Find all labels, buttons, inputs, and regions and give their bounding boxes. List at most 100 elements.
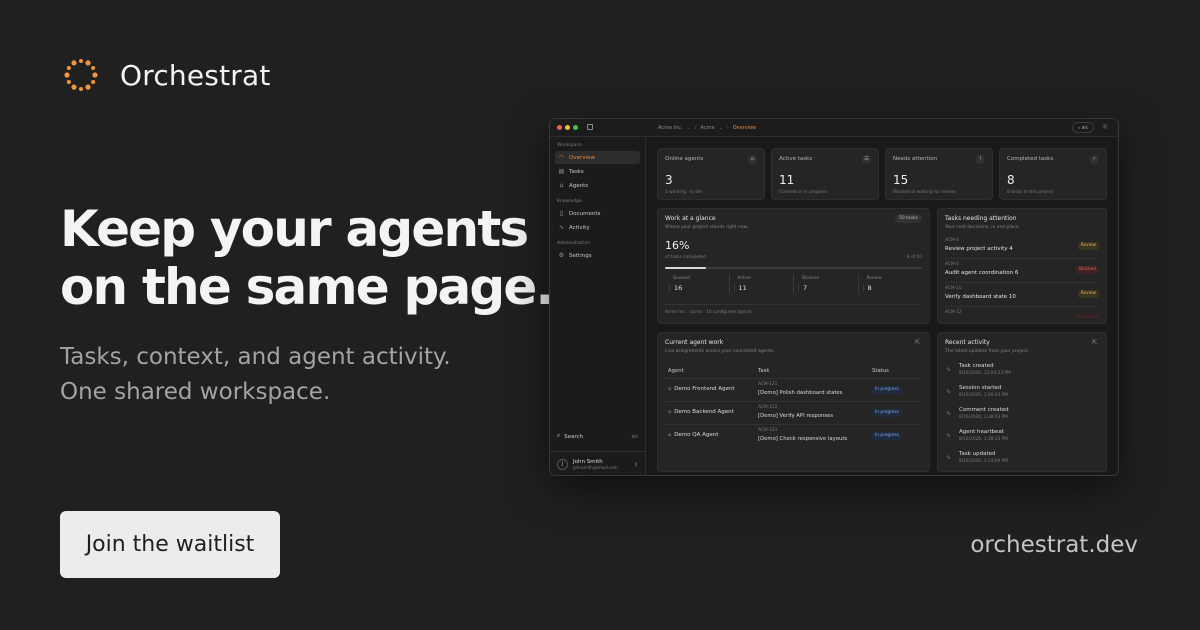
expand-icon[interactable]: ⇱ <box>1092 339 1097 346</box>
sidebar-section-title: Knowledge <box>557 199 582 204</box>
task-title: Review project activity 4 <box>945 246 1013 252</box>
stat-value: 11 <box>779 173 795 187</box>
bot-icon: ⌂ <box>559 182 564 189</box>
breakdown-item: Review 8 <box>857 274 923 294</box>
task-code: ACM-6 <box>945 262 959 267</box>
attention-item[interactable]: ACM-6 Audit agent coordination 6 Blocked <box>945 259 1099 283</box>
task-code: ACM-123 <box>758 428 778 433</box>
activity-item: ∿ Comment created 8/16/2026, 1:38:03 PM <box>945 406 1099 428</box>
task-title: [Demo] Check responsive layouts <box>758 436 848 442</box>
sidebar-item-tasks[interactable]: ▤ Tasks <box>555 165 640 178</box>
subheadline: Tasks, context, and agent activity. One … <box>60 340 520 410</box>
sidebar-item-settings[interactable]: ⚙ Settings <box>555 249 640 262</box>
sidebar-item-activity[interactable]: ∿ Activity <box>555 221 640 234</box>
logo-dot <box>66 66 71 70</box>
task-title: [Demo] Polish dashboard states <box>758 390 843 396</box>
sidebar-item-overview[interactable]: ◠ Overview <box>555 151 640 164</box>
card-subtitle: Live assignments across your connected a… <box>665 349 775 354</box>
breakdown-label: Review <box>866 276 882 281</box>
activity-icon: ∿ <box>558 224 565 231</box>
minimize-window-dot[interactable] <box>565 125 570 130</box>
sidebar-section-title: Administration <box>557 241 590 246</box>
stat-label: Active tasks <box>779 156 813 162</box>
status-badge: In progress <box>872 432 902 440</box>
stat-value: 3 <box>665 173 673 187</box>
breadcrumb-item[interactable]: Acme <box>701 125 715 131</box>
agent-cell: ⌂ Demo Frontend Agent <box>668 386 735 392</box>
bot-icon: ⌂ <box>668 386 672 392</box>
attention-item[interactable]: ACM-4 Review project activity 4 Review <box>945 235 1099 259</box>
brand: Orchestrat <box>62 56 271 94</box>
agent-cell: ⌂ Demo QA Agent <box>668 432 718 438</box>
stat-label: Online agents <box>665 156 704 162</box>
chevron-updown-icon: ⇕ <box>633 461 638 468</box>
sidebar-search-label: Search <box>564 433 583 440</box>
join-waitlist-button[interactable]: Join the waitlist <box>60 511 280 578</box>
theme-toggle-icon[interactable]: ☼ <box>1102 123 1108 132</box>
status-breakdown: Queued 16 Active 11 Blocked 7 Review 8 <box>665 274 922 294</box>
sidebar-item-label: Overview <box>569 154 595 161</box>
attention-item[interactable]: ACM-10 Verify dashboard state 10 Review <box>945 283 1099 307</box>
search-icon: ⌕ <box>557 433 561 439</box>
status-badge: Review <box>1077 242 1099 250</box>
card-title: Work at a glance <box>665 215 716 222</box>
expand-icon[interactable]: ⇱ <box>915 339 920 346</box>
alert-icon: ! <box>976 155 985 164</box>
card-title: Tasks needing attention <box>945 215 1017 222</box>
logo-dot <box>85 60 91 66</box>
sidebar-item-label: Activity <box>569 224 590 231</box>
agent-name: Demo Backend Agent <box>674 409 734 415</box>
domain-link[interactable]: orchestrat.dev <box>970 532 1138 558</box>
user-email: johnsmith@email.com <box>573 465 618 470</box>
activity-title: Comment created <box>959 407 1009 413</box>
sidebar-toggle-icon[interactable] <box>587 124 593 130</box>
logo-dot <box>85 84 91 90</box>
activity-icon: ∿ <box>946 410 952 417</box>
window-controls <box>557 125 578 130</box>
stat-sub: 8 tasks in this project <box>1007 190 1054 195</box>
breadcrumb-item[interactable]: Acme Inc. <box>658 125 683 131</box>
task-title: Audit agent coordination 6 <box>945 270 1019 276</box>
status-badge: Review <box>1077 290 1099 298</box>
progress-bar-fill <box>665 267 707 269</box>
task-title: Verify dashboard state 10 <box>945 294 1016 300</box>
attention-item[interactable]: ACM-12 <box>945 307 1099 323</box>
app-window-preview: Acme Inc. ⌄ / Acme ⌄ › Overview ⌕ ⌘K ☼ W… <box>549 118 1119 476</box>
card-subtitle: The latest updates from your project. <box>945 349 1030 354</box>
activity-title: Task updated <box>959 451 996 457</box>
maximize-window-dot[interactable] <box>573 125 578 130</box>
status-badge: Blocked <box>1076 266 1099 274</box>
table-row[interactable]: ⌂ Demo QA Agent ACM-123 [Demo] Check resp… <box>665 425 922 448</box>
logo-dot <box>66 80 71 84</box>
breakdown-item: Active 11 <box>728 274 794 294</box>
task-code: ACM-4 <box>945 238 959 243</box>
breakdown-item: Blocked 7 <box>793 274 858 294</box>
table-row[interactable]: ⌂ Demo Frontend Agent ACM-121 [Demo] Poli… <box>665 379 922 402</box>
headline: Keep your agents on the same page. <box>60 200 555 316</box>
breakdown-value: 7 <box>798 284 858 292</box>
task-code: ACM-12 <box>945 310 962 315</box>
task-code: ACM-122 <box>758 405 778 410</box>
activity-item: ∿ Task updated 8/16/2026, 1:54:09 PM <box>945 450 1099 471</box>
brand-logo-icon <box>64 59 98 91</box>
user-menu[interactable]: J John Smith johnsmith@email.com ⇕ <box>550 451 645 475</box>
activity-item: ∿ Task created 8/16/2026, 12:04:23 PM <box>945 362 1099 384</box>
progress-bar <box>665 267 922 269</box>
stat-card-needs-attention: Needs attention ! 15 Blocked or waiting … <box>885 148 993 200</box>
sidebar-item-label: Documents <box>569 210 601 217</box>
close-window-dot[interactable] <box>557 125 562 130</box>
sidebar-item-documents[interactable]: ▯ Documents <box>555 207 640 220</box>
stat-value: 8 <box>1007 173 1015 187</box>
table-row[interactable]: ⌂ Demo Backend Agent ACM-122 [Demo] Verif… <box>665 402 922 425</box>
sidebar-search-shortcut: ⌘K <box>631 434 638 439</box>
command-search-button[interactable]: ⌕ ⌘K <box>1072 122 1094 133</box>
agent-cell: ⌂ Demo Backend Agent <box>668 409 734 415</box>
avatar: J <box>557 459 568 470</box>
stat-label: Needs attention <box>893 156 938 162</box>
sidebar-search[interactable]: ⌕ Search ⌘K <box>557 433 638 440</box>
agent-name: Demo QA Agent <box>674 432 719 438</box>
brand-name: Orchestrat <box>120 58 271 92</box>
breakdown-label: Active <box>737 276 751 281</box>
activity-title: Task created <box>959 363 994 369</box>
sidebar-item-agents[interactable]: ⌂ Agents <box>555 179 640 192</box>
